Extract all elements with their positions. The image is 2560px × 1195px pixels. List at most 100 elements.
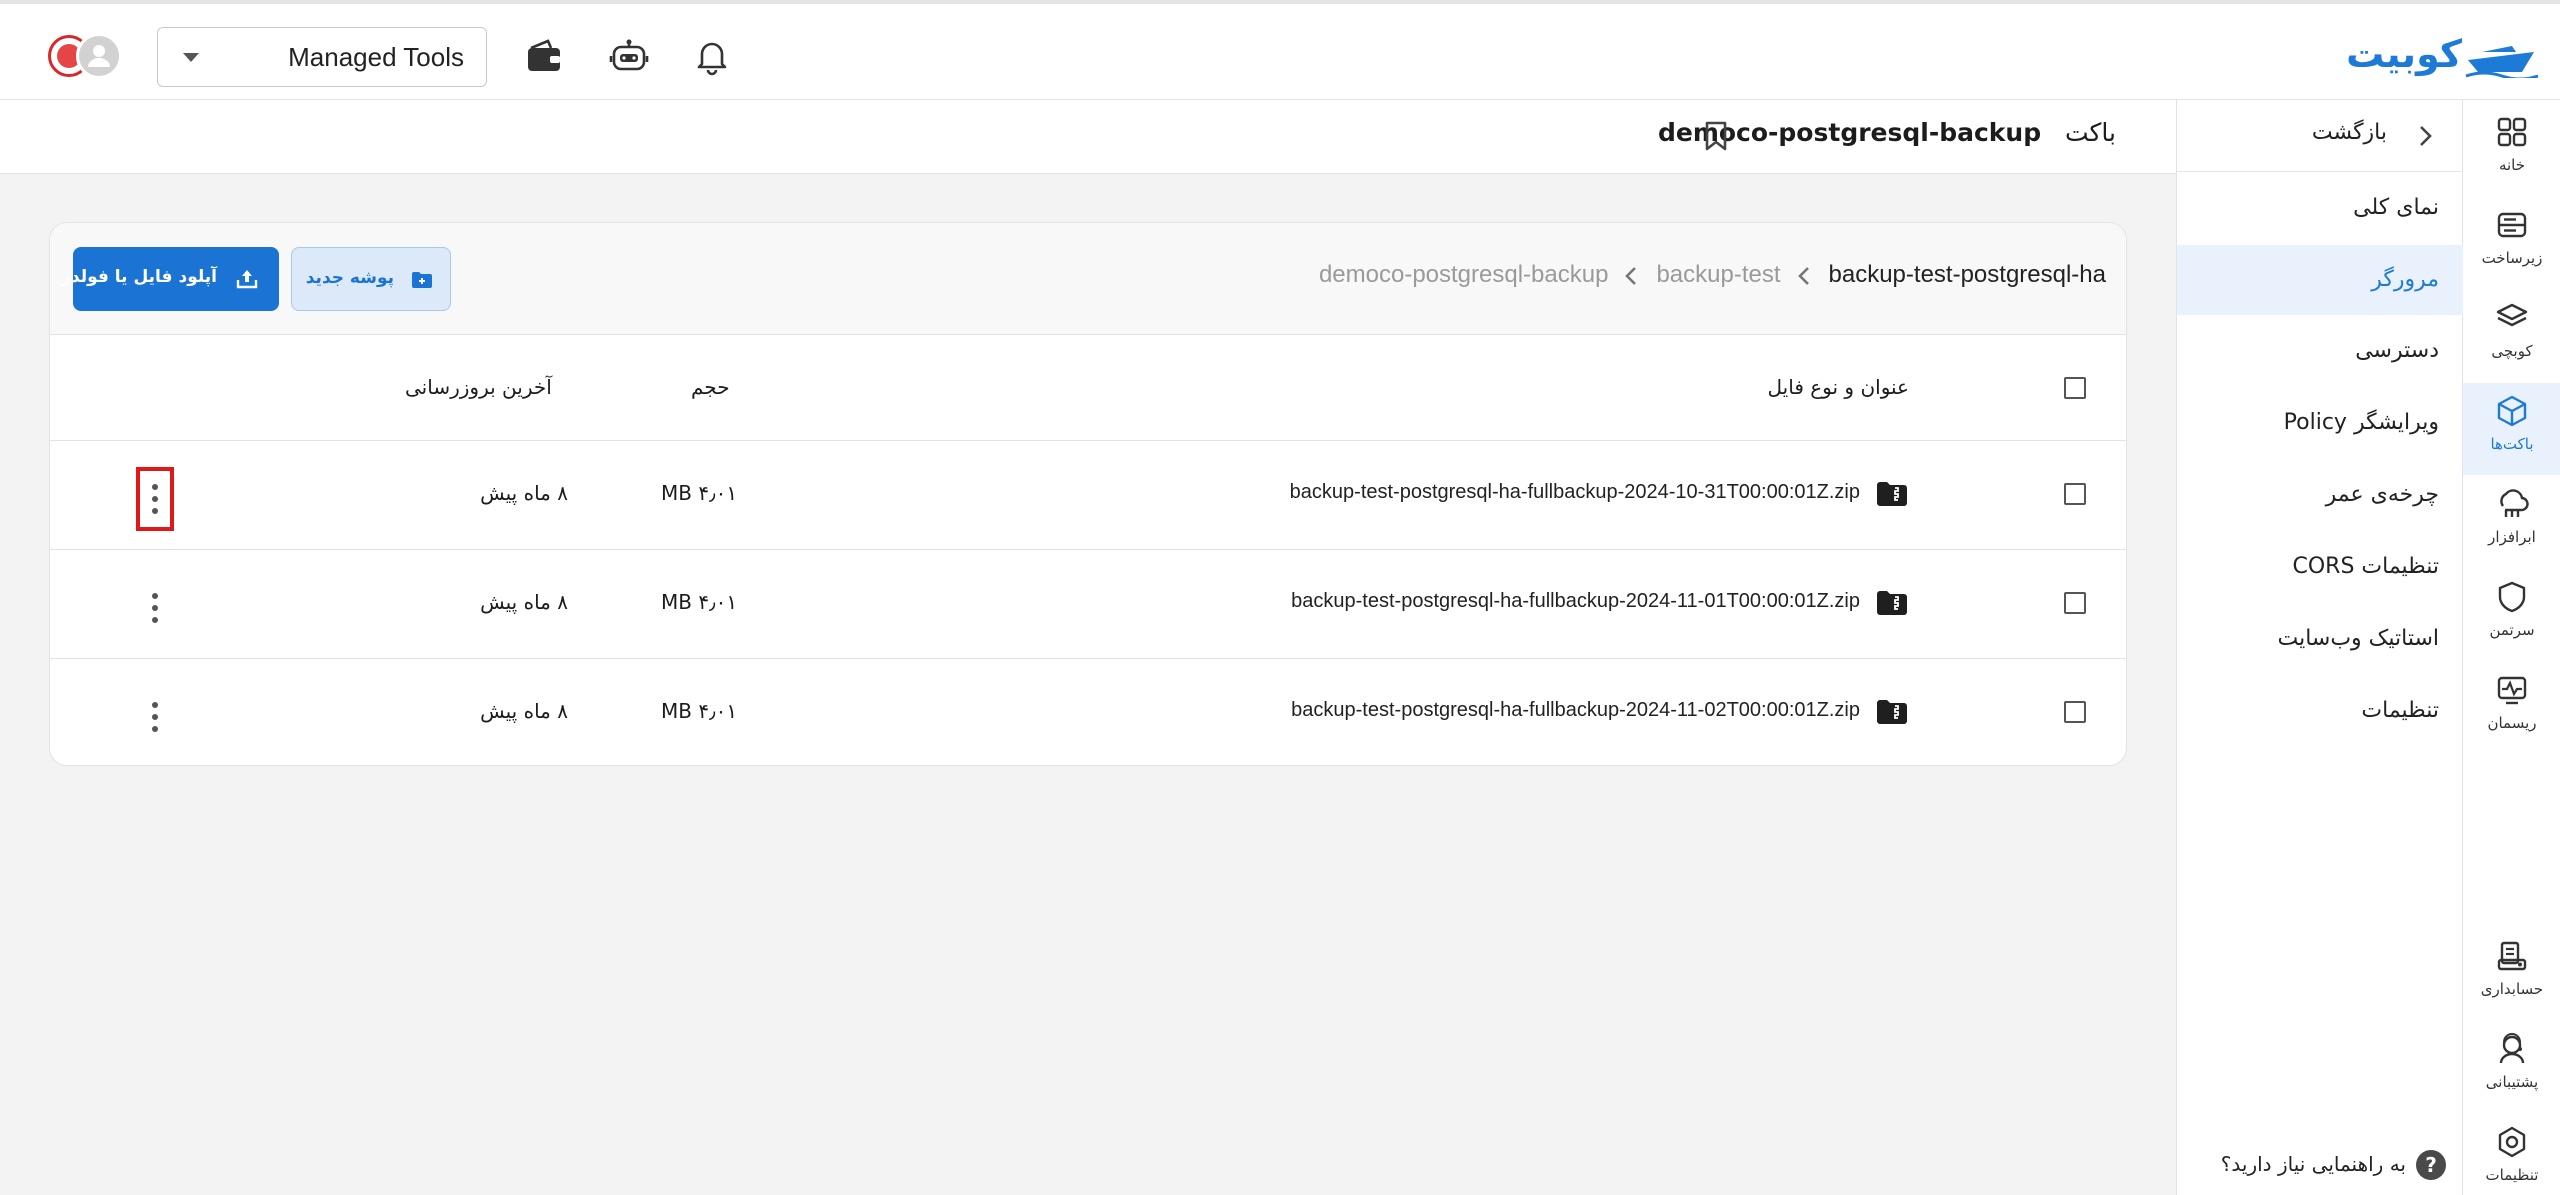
chevron-left-icon — [1625, 266, 1637, 285]
rail-item-label: کوبچی — [2491, 342, 2533, 360]
back-link[interactable]: بازگشت — [2177, 100, 2463, 172]
file-size: ۴٫۰۱ MB — [661, 590, 738, 614]
user-avatar[interactable] — [48, 33, 124, 79]
row-checkbox[interactable] — [2064, 483, 2086, 505]
page-header: باکت democo-postgresql-backup — [0, 100, 2176, 174]
select-all-checkbox[interactable] — [2064, 377, 2086, 399]
file-browser-card: democo-postgresql-backup backup-test backu… — [49, 222, 2127, 766]
zip-file-icon — [1877, 482, 1907, 506]
chevron-left-icon — [1797, 266, 1809, 285]
project-select-value: Managed Tools — [288, 42, 464, 72]
sidebar-item-static-website[interactable]: استاتیک وب‌سایت — [2177, 614, 2463, 666]
sidebar-item-label: نمای کلی — [2353, 195, 2439, 220]
file-name[interactable]: backup-test-postgresql-ha-fullbackup-202… — [1291, 699, 1860, 722]
column-header-name[interactable]: عنوان و نوع فایل — [1768, 375, 1909, 399]
rail-item-infrastructure[interactable]: زیرساخت — [2463, 207, 2560, 291]
breadcrumb-item[interactable]: democo-postgresql-backup — [1319, 261, 1609, 288]
file-name[interactable]: backup-test-postgresql-ha-fullbackup-202… — [1291, 590, 1860, 613]
user-profile-icon — [76, 33, 122, 79]
file-name[interactable]: backup-test-postgresql-ha-fullbackup-202… — [1290, 481, 1860, 504]
sidebar-item-browser[interactable]: مرورگر — [2177, 245, 2463, 315]
project-select[interactable]: Managed Tools — [157, 27, 487, 87]
back-label: بازگشت — [2311, 120, 2387, 145]
rail-item-label: باکت‌ها — [2490, 435, 2534, 453]
rail-item-label: ابرافزار — [2488, 528, 2536, 546]
table-row[interactable]: backup-test-postgresql-ha-fullbackup-202… — [50, 550, 2126, 659]
server-icon — [2497, 212, 2527, 238]
settings-hex-icon — [2498, 1126, 2526, 1158]
sidebar-item-label: تنظیمات — [2361, 698, 2439, 723]
sidebar-item-label: تنظیمات CORS — [2292, 554, 2439, 579]
sidebar-item-overview[interactable]: نمای کلی — [2177, 183, 2463, 235]
row-checkbox[interactable] — [2064, 701, 2086, 723]
sidebar-item-policy-editor[interactable]: ویرایشگر Policy — [2177, 398, 2463, 450]
rail-item-label: تنظیمات — [2485, 1166, 2539, 1184]
file-updated: ۸ ماه پیش — [480, 699, 568, 723]
top-bar: کوبیت Managed Tools — [0, 0, 2560, 100]
folder-plus-icon — [412, 272, 432, 288]
rail-item-label: ریسمان — [2487, 714, 2537, 732]
upload-tray-icon — [236, 270, 258, 289]
rail-item-label: سرتمن — [2489, 621, 2535, 639]
rail-item-label: زیرساخت — [2481, 249, 2543, 267]
ai-assistant-robot-icon[interactable] — [607, 34, 651, 78]
rail-item-settings[interactable]: تنظیمات — [2463, 1124, 2560, 1195]
breadcrumb: democo-postgresql-backup backup-test backu… — [1319, 261, 2106, 289]
upload-label: آپلود فایل یا فولدر — [61, 267, 217, 287]
rail-item-label: پشتیبانی — [2485, 1073, 2539, 1091]
row-actions-menu-icon[interactable] — [140, 689, 170, 745]
new-folder-button[interactable]: پوشه جدید — [291, 247, 451, 311]
sidebar-item-label: استاتیک وب‌سایت — [2277, 626, 2439, 651]
table-row[interactable]: backup-test-postgresql-ha-fullbackup-202… — [50, 441, 2126, 550]
new-folder-label: پوشه جدید — [305, 268, 394, 288]
rail-item-sartaman[interactable]: سرتمن — [2463, 579, 2560, 663]
browser-toolbar: democo-postgresql-backup backup-test backu… — [50, 223, 2126, 335]
sidebar-item-label: چرخه‌ی عمر — [2325, 482, 2439, 507]
sidebar-item-access[interactable]: دسترسی — [2177, 326, 2463, 378]
file-size: ۴٫۰۱ MB — [661, 699, 738, 723]
sidebar-item-label: مرورگر — [2371, 267, 2439, 292]
home-grid-icon — [2497, 117, 2527, 147]
row-checkbox[interactable] — [2064, 592, 2086, 614]
sidebar-item-lifecycle[interactable]: چرخه‌ی عمر — [2177, 470, 2463, 522]
rail-item-label: حسابداری — [2480, 980, 2544, 998]
support-icon — [2499, 1033, 2525, 1064]
rail-item-monitoring[interactable]: ریسمان — [2463, 672, 2560, 756]
row-actions-menu-icon[interactable] — [140, 580, 170, 636]
table-header: عنوان و نوع فایل حجم آخرین بروزرسانی — [50, 335, 2126, 441]
rail-item-cloud-apps[interactable]: ابرافزار — [2463, 486, 2560, 570]
rail-item-kubchi[interactable]: کوبچی — [2463, 300, 2560, 384]
rail-item-accounting[interactable]: حسابداری — [2463, 938, 2560, 1022]
column-header-updated[interactable]: آخرین بروزرسانی — [405, 375, 552, 399]
help-question-icon: ? — [2416, 1150, 2446, 1180]
upload-button[interactable]: آپلود فایل یا فولدر — [61, 247, 279, 311]
shield-icon — [2498, 581, 2526, 613]
chevron-right-icon — [2420, 126, 2432, 146]
file-updated: ۸ ماه پیش — [480, 590, 568, 614]
help-text: به راهنمایی نیاز دارید؟ — [2220, 1152, 2406, 1176]
layers-icon — [2496, 303, 2528, 327]
rail-item-buckets[interactable]: باکت‌ها — [2463, 383, 2560, 475]
accounting-icon — [2497, 941, 2527, 971]
rail-item-home[interactable]: خانه — [2463, 114, 2560, 198]
zip-file-icon — [1877, 700, 1907, 724]
wallet-icon[interactable] — [522, 34, 566, 78]
bookmark-icon[interactable] — [1703, 120, 1729, 152]
table-row[interactable]: backup-test-postgresql-ha-fullbackup-202… — [50, 659, 2126, 765]
rail-item-support[interactable]: پشتیبانی — [2463, 1031, 2560, 1115]
sidebar-item-settings[interactable]: تنظیمات — [2177, 686, 2463, 738]
rail-item-label: خانه — [2498, 156, 2526, 174]
notifications-bell-icon[interactable] — [690, 34, 734, 78]
sidebar-item-label: ویرایشگر Policy — [2283, 410, 2439, 435]
brand-logo[interactable]: کوبیت — [2340, 28, 2540, 80]
chevron-down-icon — [183, 53, 199, 62]
sidebar-item-cors-settings[interactable]: تنظیمات CORS — [2177, 542, 2463, 594]
help-link[interactable]: ? به راهنمایی نیاز دارید؟ — [2210, 1148, 2446, 1182]
column-header-size[interactable]: حجم — [691, 375, 730, 399]
monitor-pulse-icon — [2497, 676, 2527, 705]
row-actions-menu-icon[interactable] — [136, 467, 174, 531]
bucket-cube-icon — [2497, 395, 2527, 427]
breadcrumb-item[interactable]: backup-test — [1656, 261, 1780, 288]
zip-file-icon — [1877, 591, 1907, 615]
page-title-prefix: باکت — [2064, 118, 2116, 147]
